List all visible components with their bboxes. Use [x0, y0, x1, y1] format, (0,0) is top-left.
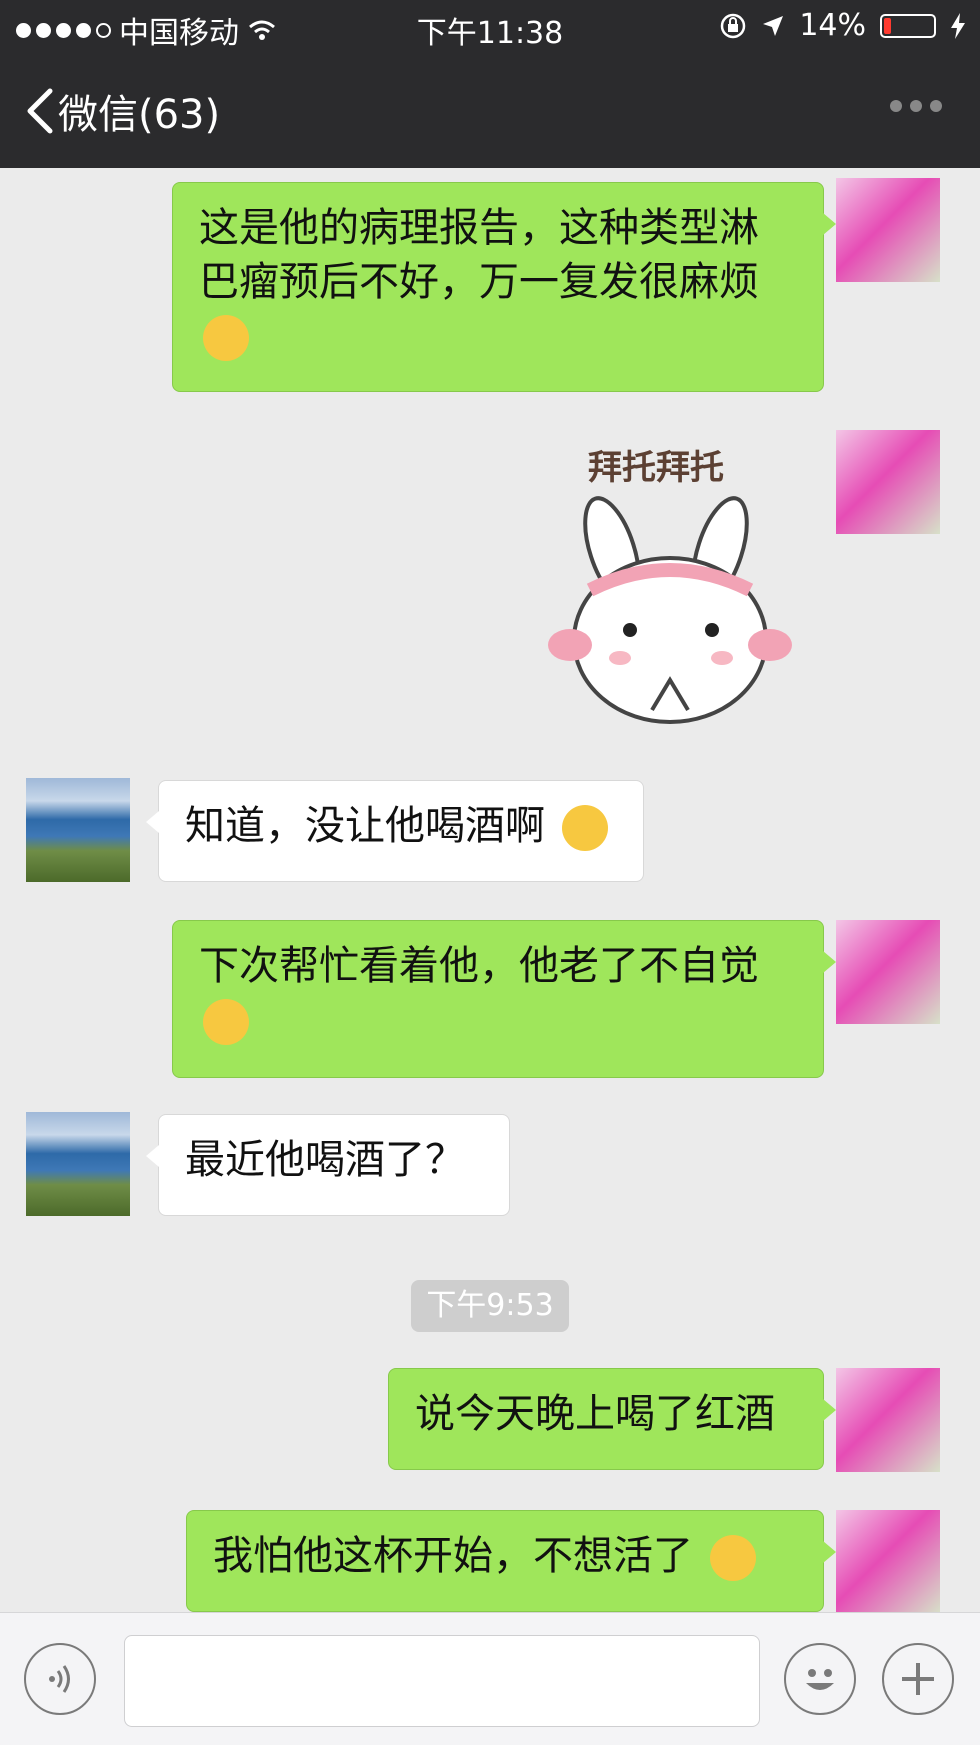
- avatar[interactable]: [836, 920, 940, 1024]
- message-bubble-incoming[interactable]: 最近他喝酒了？: [146, 1114, 510, 1216]
- sticker-message[interactable]: 拜托拜托: [540, 432, 800, 740]
- status-right-group: 14%: [719, 8, 966, 43]
- battery-percent: 14%: [799, 8, 866, 43]
- chevron-left-icon: [27, 88, 53, 134]
- avatar[interactable]: [836, 430, 940, 534]
- face-palm-emoji: [203, 999, 249, 1045]
- status-bar: 中国移动 下午11:38 14%: [0, 0, 980, 54]
- message-text: 下次帮忙看着他，他老了不自觉: [199, 943, 759, 989]
- pleading-face-emoji: [561, 805, 608, 851]
- plus-icon: [902, 1663, 934, 1695]
- voice-icon: [49, 1665, 70, 1693]
- message-input[interactable]: [124, 1635, 760, 1727]
- avatar[interactable]: [26, 1112, 130, 1216]
- battery-icon: [880, 13, 936, 38]
- more-functions-button[interactable]: [882, 1643, 954, 1715]
- message-text: 最近他喝酒了？: [185, 1137, 465, 1183]
- emoji-button[interactable]: [784, 1643, 856, 1715]
- avatar[interactable]: [836, 1510, 940, 1612]
- avatar[interactable]: [26, 778, 130, 882]
- message-text: 说今天晚上喝了红酒: [415, 1391, 775, 1437]
- message-bubble-outgoing[interactable]: 这是他的病理报告，这种类型淋巴瘤预后不好，万一复发很麻烦: [172, 182, 836, 392]
- charging-bolt-icon: [951, 12, 965, 39]
- chat-area[interactable]: 这是他的病理报告，这种类型淋巴瘤预后不好，万一复发很麻烦 拜托拜托 知道，没让他…: [0, 168, 980, 1612]
- avatar[interactable]: [836, 178, 940, 282]
- back-label: 微信(63): [58, 92, 221, 138]
- battery-fill: [884, 17, 891, 34]
- nav-bar: 微信(63): [0, 54, 980, 168]
- avatar[interactable]: [836, 1368, 940, 1472]
- message-text: 这是他的病理报告，这种类型淋巴瘤预后不好，万一复发很麻烦: [199, 205, 759, 305]
- bunny-please-sticker: [548, 496, 792, 724]
- message-bubble-outgoing[interactable]: 说今天晚上喝了红酒: [388, 1368, 836, 1470]
- location-arrow-icon: [763, 15, 784, 36]
- more-options-button[interactable]: [890, 100, 942, 112]
- message-bubble-outgoing[interactable]: 我怕他这杯开始，不想活了: [186, 1510, 836, 1612]
- message-text: 我怕他这杯开始，不想活了: [213, 1533, 693, 1579]
- message-bubble-outgoing[interactable]: 下次帮忙看着他，他老了不自觉: [172, 920, 836, 1078]
- input-bar: [0, 1612, 980, 1745]
- emoji-icon: [806, 1669, 834, 1690]
- back-button[interactable]: 微信(63): [24, 82, 220, 140]
- timestamp-chip: 下午9:53: [411, 1280, 569, 1332]
- message-bubble-incoming[interactable]: 知道，没让他喝酒啊: [146, 780, 644, 882]
- message-text: 知道，没让他喝酒啊: [185, 803, 545, 849]
- face-palm-emoji: [203, 315, 249, 361]
- voice-button[interactable]: [24, 1643, 96, 1715]
- orientation-lock-icon: [721, 13, 746, 38]
- tears-of-joy-emoji: [709, 1535, 756, 1581]
